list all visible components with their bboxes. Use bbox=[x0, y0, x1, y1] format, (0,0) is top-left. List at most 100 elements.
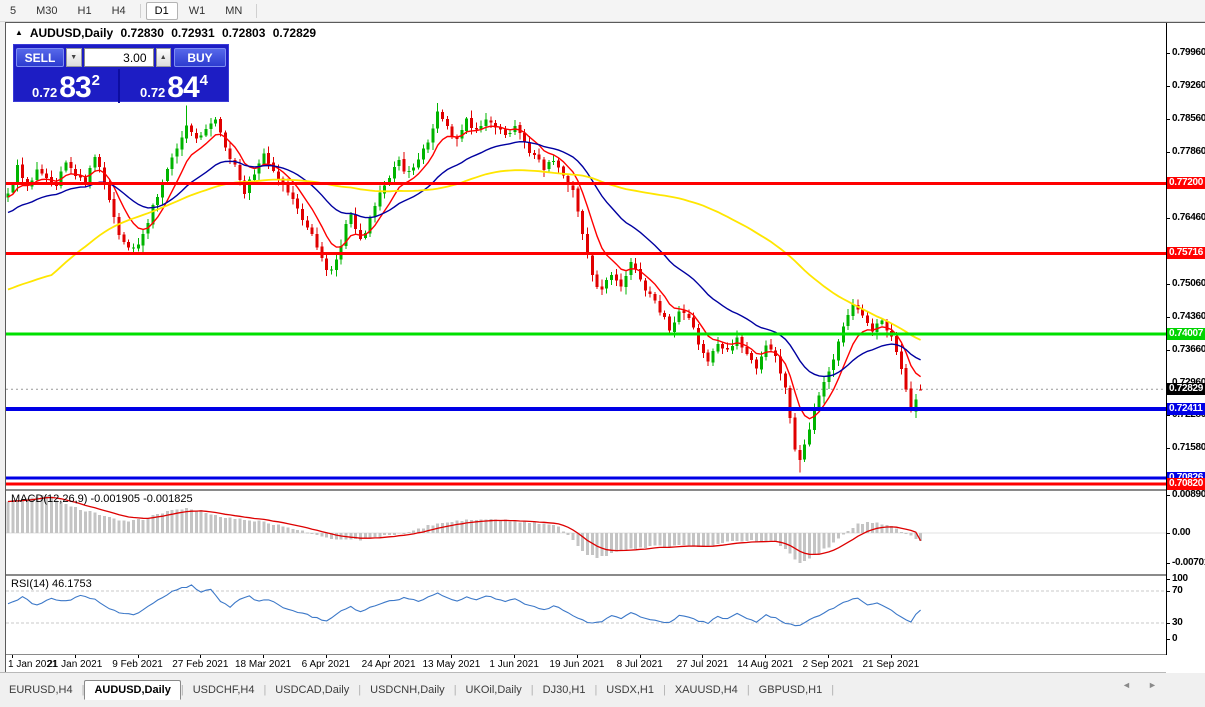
chart-tab-USDCNH,Daily[interactable]: USDCNH,Daily bbox=[361, 681, 454, 699]
macd-histogram-layer bbox=[7, 495, 923, 563]
period-toolbar: 5M30H1H4 D1W1MN bbox=[0, 0, 1205, 22]
chart-tab-EURUSD,H4[interactable]: EURUSD,H4 bbox=[0, 681, 82, 699]
volume-increase-button[interactable]: ▲ bbox=[156, 48, 172, 67]
price-tick-mark bbox=[1167, 284, 1170, 285]
tabs-scroll-left-icon[interactable]: ◄ bbox=[1122, 680, 1131, 690]
price-tick-mark bbox=[1167, 415, 1170, 416]
chart-tab-USDX,H1[interactable]: USDX,H1 bbox=[597, 681, 663, 699]
date-tick-mark bbox=[389, 655, 390, 658]
timeframe-button-5[interactable]: 5 bbox=[1, 2, 25, 20]
date-tick-mark bbox=[702, 655, 703, 658]
date-label: 21 Sep 2021 bbox=[862, 659, 919, 670]
rsi-indicator-label: RSI(14) 46.1753 bbox=[11, 578, 92, 590]
chart-tab-AUDUSD,Daily[interactable]: AUDUSD,Daily bbox=[84, 680, 180, 700]
date-label: 9 Feb 2021 bbox=[112, 659, 163, 670]
sell-button[interactable]: SELL bbox=[16, 48, 64, 67]
ohlc-low: 0.72803 bbox=[222, 26, 265, 40]
date-tick-mark bbox=[200, 655, 201, 658]
date-label: 27 Jul 2021 bbox=[677, 659, 729, 670]
chart-tab-XAUUSD,H4[interactable]: XAUUSD,H4 bbox=[666, 681, 747, 699]
chart-ohlc-header: ▲ AUDUSD,Daily 0.72830 0.72931 0.72803 0… bbox=[15, 26, 320, 40]
date-tick-mark bbox=[263, 655, 264, 658]
price-tick-mark bbox=[1167, 218, 1170, 219]
price-tick-mark bbox=[1167, 448, 1170, 449]
price-tick-mark bbox=[1167, 86, 1170, 87]
price-tick-label: 0.77860 bbox=[1172, 146, 1205, 157]
date-label: 24 Apr 2021 bbox=[362, 659, 416, 670]
rsi-tick-mark bbox=[1167, 579, 1170, 580]
price-tick-label: 0.71580 bbox=[1172, 442, 1205, 453]
price-badge-0.77200: 0.77200 bbox=[1167, 177, 1205, 189]
date-tick-mark bbox=[577, 655, 578, 658]
buy-price-prefix: 0.72 bbox=[140, 85, 165, 100]
chart-title: AUDUSD,Daily bbox=[30, 26, 113, 40]
buy-price-big: 84 bbox=[167, 73, 198, 103]
date-label: 8 Jul 2021 bbox=[617, 659, 663, 670]
sell-price[interactable]: 0.72 83 2 bbox=[14, 69, 120, 103]
tab-separator: | bbox=[831, 684, 834, 696]
timeframe-button-W1[interactable]: W1 bbox=[180, 2, 215, 20]
price-tick-label: 0.74360 bbox=[1172, 311, 1205, 322]
price-badge-0.70820: 0.70820 bbox=[1167, 478, 1205, 490]
chart-tab-bar: EURUSD,H4|AUDUSD,Daily|USDCHF,H4|USDCAD,… bbox=[0, 679, 1205, 701]
timeframe-button-D1[interactable]: D1 bbox=[146, 2, 178, 20]
chart-tab-DJ30,H1[interactable]: DJ30,H1 bbox=[534, 681, 595, 699]
price-badge-0.72411: 0.72411 bbox=[1167, 403, 1205, 415]
ohlc-close: 0.72829 bbox=[273, 26, 316, 40]
timeframe-button-MN[interactable]: MN bbox=[216, 2, 251, 20]
date-label: 21 Jan 2021 bbox=[47, 659, 102, 670]
moving-averages-layer bbox=[8, 126, 921, 419]
ohlc-open: 0.72830 bbox=[121, 26, 164, 40]
volume-decrease-button[interactable]: ▼ bbox=[66, 48, 82, 67]
rsi-tick-mark bbox=[1167, 639, 1170, 640]
price-tick-mark bbox=[1167, 152, 1170, 153]
price-tick-label: 0.79960 bbox=[1172, 47, 1205, 58]
chart-tab-UKOil,Daily[interactable]: UKOil,Daily bbox=[457, 681, 531, 699]
price-badge-0.75716: 0.75716 bbox=[1167, 247, 1205, 259]
date-tick-mark bbox=[75, 655, 76, 658]
rsi-tick-label: 0 bbox=[1172, 633, 1205, 644]
macd-tick-label: 0.008904 bbox=[1172, 489, 1205, 500]
price-tick-label: 0.73660 bbox=[1172, 344, 1205, 355]
macd-tick-label: -0.007010 bbox=[1172, 557, 1205, 568]
sell-price-big: 83 bbox=[59, 73, 90, 103]
rsi-panel-canvas[interactable] bbox=[6, 576, 1166, 654]
date-tick-mark bbox=[514, 655, 515, 658]
date-label: 1 Jun 2021 bbox=[489, 659, 539, 670]
chart-tab-GBPUSD,H1[interactable]: GBPUSD,H1 bbox=[750, 681, 832, 699]
buy-price[interactable]: 0.72 84 4 bbox=[120, 69, 228, 103]
tabs-scroll-right-icon[interactable]: ► bbox=[1148, 680, 1157, 690]
rsi-tick-label: 100 bbox=[1172, 573, 1205, 584]
horizontal-levels-layer[interactable] bbox=[6, 183, 1166, 483]
sell-price-prefix: 0.72 bbox=[32, 85, 57, 100]
price-badge-0.74007: 0.74007 bbox=[1167, 328, 1205, 340]
date-label: 18 Mar 2021 bbox=[235, 659, 291, 670]
price-tick-mark bbox=[1167, 119, 1170, 120]
one-click-trading-widget: SELL ▼ ▲ BUY 0.72 83 2 0.72 84 4 bbox=[13, 44, 229, 102]
ohlc-high: 0.72931 bbox=[171, 26, 214, 40]
date-tick-mark bbox=[451, 655, 452, 658]
price-tick-label: 0.79260 bbox=[1172, 80, 1205, 91]
toolbar-separator bbox=[256, 4, 257, 18]
buy-price-pip: 4 bbox=[200, 72, 208, 89]
macd-indicator-label: MACD(12,26,9) -0.001905 -0.001825 bbox=[11, 493, 193, 505]
volume-input[interactable] bbox=[84, 48, 154, 67]
timeframe-button-H4[interactable]: H4 bbox=[103, 2, 135, 20]
rsi-tick-label: 70 bbox=[1172, 585, 1205, 596]
date-label: 2 Sep 2021 bbox=[802, 659, 853, 670]
chart-tab-USDCHF,H4[interactable]: USDCHF,H4 bbox=[184, 681, 264, 699]
toolbar-separator bbox=[140, 4, 141, 18]
chart-tab-USDCAD,Daily[interactable]: USDCAD,Daily bbox=[266, 681, 358, 699]
date-axis[interactable]: 1 Jan 202121 Jan 20219 Feb 202127 Feb 20… bbox=[6, 655, 1166, 673]
date-tick-mark bbox=[828, 655, 829, 658]
footer: EURUSD,H4|AUDUSD,Daily|USDCHF,H4|USDCAD,… bbox=[0, 672, 1205, 707]
timeframe-button-H1[interactable]: H1 bbox=[69, 2, 101, 20]
price-axis[interactable]: 0.799600.792600.785600.778600.764600.750… bbox=[1166, 23, 1205, 673]
timeframe-button-M30[interactable]: M30 bbox=[27, 2, 66, 20]
candles-layer bbox=[7, 103, 923, 473]
buy-button[interactable]: BUY bbox=[174, 48, 226, 67]
price-tick-label: 0.76460 bbox=[1172, 212, 1205, 223]
macd-tick-mark bbox=[1167, 563, 1170, 564]
macd-tick-mark bbox=[1167, 495, 1170, 496]
date-tick-mark bbox=[326, 655, 327, 658]
